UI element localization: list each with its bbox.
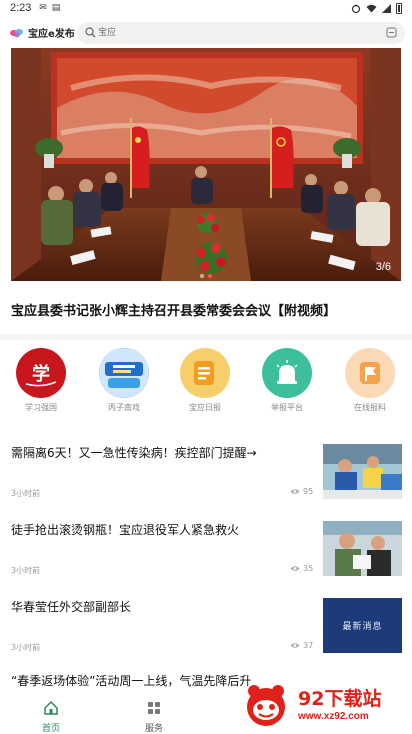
news-thumbnail-text: 最新消息 — [342, 622, 383, 632]
news-item[interactable]: 徒手抢出滚烫钢瓶！宝应退役军人紧急救火 3小时前 35 — [0, 507, 412, 583]
app-name: 宝应e发布 — [28, 29, 75, 40]
view-count-value: 95 — [303, 487, 314, 496]
eye-icon — [290, 643, 300, 648]
news-item[interactable]: 华春莹任外交部副部长 3小时前 37 最新消息 — [0, 584, 412, 660]
view-count: 37 — [290, 641, 313, 650]
news-title-partial[interactable]: “春季返场体验”活动周一上线，气温先降后升 — [11, 672, 251, 689]
search-bar[interactable] — [77, 22, 405, 44]
news-title: 徒手抢出滚烫钢瓶！宝应退役军人紧急救火 — [11, 523, 240, 537]
view-count: 95 — [290, 487, 313, 496]
banner-headline[interactable]: 宝应县委书记张小辉主持召开县委常委会会议【附视频】 — [11, 300, 403, 319]
banner-counter: 3/6 — [375, 261, 391, 273]
news-time: 3小时前 — [11, 566, 41, 575]
view-count: 35 — [290, 564, 313, 573]
banner-dot[interactable] — [200, 274, 204, 278]
banner-pagination — [11, 274, 401, 278]
status-time: 2:23 — [10, 2, 32, 14]
flag-icon — [345, 348, 395, 398]
quick-menu-item-xuexi[interactable]: 学 学习强国 — [11, 348, 71, 413]
news-thumbnail — [323, 444, 402, 499]
news-time: 3小时前 — [11, 643, 41, 652]
search-icon — [85, 27, 96, 38]
app-logo[interactable]: 宝应e发布 — [9, 25, 75, 40]
app-header: 宝应e发布 — [0, 20, 412, 46]
vibrate-icon — [351, 4, 361, 13]
signal-icon — [382, 4, 391, 13]
banner-image — [11, 48, 401, 281]
news-thumbnail — [323, 521, 402, 576]
eye-icon — [290, 566, 300, 571]
news-title: 需隔离6天！又一急性传染病！疾控部门提醒→ — [11, 446, 257, 460]
xuexi-logo: 学 — [16, 348, 66, 398]
svg-text:学: 学 — [32, 363, 50, 385]
quick-menu-label: 丙子南戏 — [108, 403, 140, 412]
watermark-title: 92下载站 — [298, 688, 382, 710]
grid-icon — [148, 702, 160, 714]
quick-menu-label: 举报平台 — [271, 403, 303, 412]
view-count-value: 35 — [303, 564, 314, 573]
quick-menu: 学 学习强国 丙子南戏 宝应日报 举报平台 在线报料 — [0, 344, 412, 416]
nav-home-label: 首页 — [41, 724, 60, 734]
wifi-icon — [366, 4, 377, 13]
news-time: 3小时前 — [11, 489, 41, 498]
quick-menu-label: 在线报料 — [354, 403, 386, 412]
quick-menu-label: 宝应日报 — [189, 403, 221, 412]
promo-badge — [99, 348, 149, 398]
battery-icon — [396, 3, 402, 14]
newspaper-icon — [180, 348, 230, 398]
nav-home[interactable]: 首页 — [31, 700, 71, 734]
nav-service-label: 服务 — [144, 724, 163, 734]
news-item[interactable]: 需隔离6天！又一急性传染病！疾控部门提醒→ 3小时前 95 — [0, 430, 412, 506]
mail-icon: ✉ — [39, 3, 47, 13]
news-thumbnail: 最新消息 — [323, 598, 402, 653]
watermark-logo-icon — [247, 685, 285, 726]
quick-menu-item-nanxi[interactable]: 丙子南戏 — [94, 348, 154, 413]
section-divider — [0, 334, 412, 340]
watermark: 92下载站 www.xz92.com — [244, 683, 404, 727]
alarm-icon — [262, 348, 312, 398]
news-title: 华春莹任外交部副部长 — [11, 600, 132, 614]
quick-menu-item-tipoff[interactable]: 在线报料 — [340, 348, 400, 413]
status-bar: 2:23 ✉ ▤ — [0, 0, 412, 18]
nav-service[interactable]: 服务 — [134, 700, 174, 734]
quick-menu-label: 学习强国 — [25, 403, 57, 412]
search-input[interactable] — [98, 25, 368, 41]
quick-menu-item-report[interactable]: 举报平台 — [257, 348, 317, 413]
banner-dot-active[interactable] — [208, 274, 212, 278]
flower-logo-icon — [10, 28, 23, 37]
scan-icon[interactable] — [386, 27, 397, 38]
eye-icon — [290, 489, 300, 494]
quick-menu-item-daily[interactable]: 宝应日报 — [175, 348, 235, 413]
view-count-value: 37 — [303, 641, 314, 650]
clipboard-icon: ▤ — [51, 3, 61, 13]
banner-carousel[interactable]: 3/6 — [11, 48, 401, 281]
watermark-url: www.xz92.com — [298, 711, 369, 722]
home-icon — [44, 700, 58, 715]
